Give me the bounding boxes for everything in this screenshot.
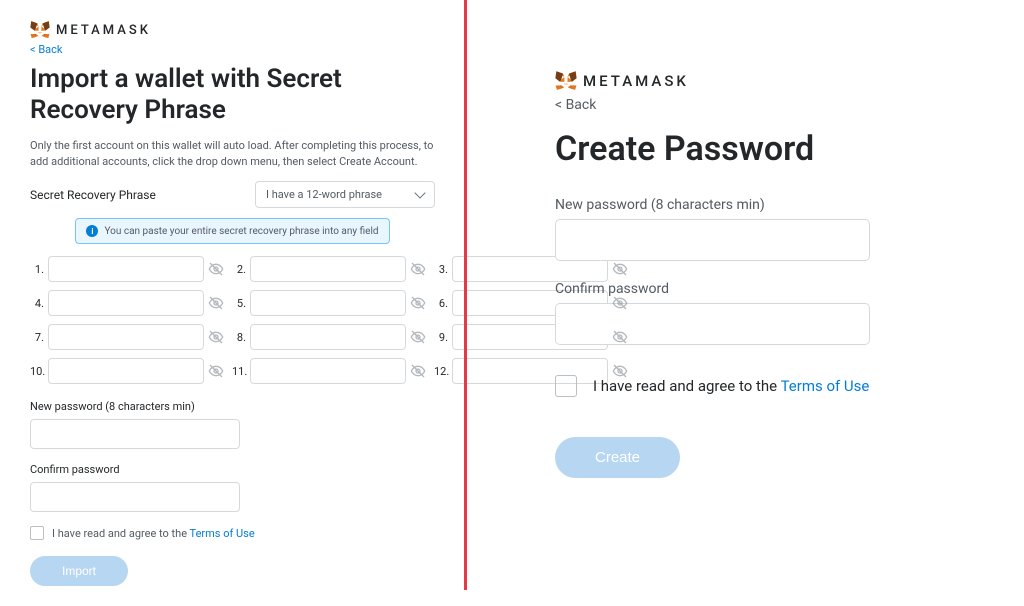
terms-of-use-link[interactable]: Terms of Use (781, 377, 870, 395)
word-input-8[interactable] (250, 324, 406, 350)
create-button[interactable]: Create (555, 437, 680, 478)
terms-text: I have read and agree to the Terms of Us… (52, 527, 255, 540)
eye-off-icon[interactable] (208, 295, 224, 311)
phrase-length-select[interactable]: I have a 12-word phrase (255, 181, 435, 208)
eye-off-icon[interactable] (612, 363, 628, 379)
new-password-label: New password (8 characters min) (555, 197, 895, 213)
eye-off-icon[interactable] (612, 295, 628, 311)
create-password-panel: METAMASK < Back Create Password New pass… (525, 0, 925, 606)
word-input-4[interactable] (48, 290, 204, 316)
word-cell: 4. (30, 290, 224, 316)
new-password-input[interactable] (30, 419, 240, 449)
new-password-input[interactable] (555, 219, 870, 261)
eye-off-icon[interactable] (410, 295, 426, 311)
terms-row: I have read and agree to the Terms of Us… (555, 375, 895, 397)
subtitle-text: Only the first account on this wallet wi… (30, 138, 435, 169)
word-input-5[interactable] (250, 290, 406, 316)
info-text: You can paste your entire secret recover… (104, 226, 378, 237)
eye-off-icon[interactable] (208, 329, 224, 345)
word-cell: 5. (232, 290, 426, 316)
confirm-password-input[interactable] (555, 303, 870, 345)
eye-off-icon[interactable] (410, 363, 426, 379)
word-cell: 10. (30, 358, 224, 384)
word-input-7[interactable] (48, 324, 204, 350)
word-number: 2. (232, 263, 246, 276)
logo-row: METAMASK (30, 20, 435, 40)
confirm-password-label: Confirm password (30, 463, 435, 476)
word-number: 12. (434, 365, 448, 378)
phrase-length-value: I have a 12-word phrase (266, 188, 382, 201)
brand-text: METAMASK (583, 72, 689, 90)
word-number: 11. (232, 365, 246, 378)
eye-off-icon[interactable] (410, 261, 426, 277)
metamask-fox-icon (30, 20, 50, 40)
word-number: 5. (232, 297, 246, 310)
eye-off-icon[interactable] (410, 329, 426, 345)
confirm-password-input[interactable] (30, 482, 240, 512)
word-cell: 7. (30, 324, 224, 350)
back-link[interactable]: < Back (555, 97, 596, 113)
terms-checkbox[interactable] (30, 526, 44, 540)
terms-checkbox[interactable] (555, 375, 577, 397)
word-number: 7. (30, 331, 44, 344)
metamask-fox-icon (555, 70, 577, 92)
terms-row: I have read and agree to the Terms of Us… (30, 526, 435, 540)
terms-of-use-link[interactable]: Terms of Use (190, 527, 255, 540)
word-cell: 11. (232, 358, 426, 384)
word-input-2[interactable] (250, 256, 406, 282)
word-input-1[interactable] (48, 256, 204, 282)
eye-off-icon[interactable] (208, 261, 224, 277)
eye-off-icon[interactable] (208, 363, 224, 379)
import-wallet-panel: METAMASK < Back Import a wallet with Sec… (0, 0, 465, 606)
word-cell: 1. (30, 256, 224, 282)
word-number: 1. (30, 263, 44, 276)
back-link[interactable]: < Back (30, 43, 63, 56)
terms-text: I have read and agree to the Terms of Us… (593, 377, 869, 395)
page-title: Create Password (555, 129, 895, 169)
word-input-10[interactable] (48, 358, 204, 384)
srp-header-row: Secret Recovery Phrase I have a 12-word … (30, 181, 435, 208)
chevron-down-icon (414, 187, 425, 198)
eye-off-icon[interactable] (612, 329, 628, 345)
page-title: Import a wallet with Secret Recovery Phr… (30, 64, 435, 126)
word-number: 10. (30, 365, 44, 378)
new-password-label: New password (8 characters min) (30, 400, 435, 413)
recovery-words-grid: 1. 2. 3. 4. 5. 6. 7. 8. 9. 10. 11. 12. (30, 256, 435, 384)
word-cell: 2. (232, 256, 426, 282)
word-number: 8. (232, 331, 246, 344)
paste-info-banner: i You can paste your entire secret recov… (75, 218, 389, 244)
eye-off-icon[interactable] (612, 261, 628, 277)
info-icon: i (86, 225, 98, 237)
word-number: 4. (30, 297, 44, 310)
import-button[interactable]: Import (30, 556, 128, 586)
srp-label: Secret Recovery Phrase (30, 188, 156, 202)
word-number: 3. (434, 263, 448, 276)
brand-text: METAMASK (56, 23, 151, 38)
logo-row: METAMASK (555, 70, 895, 92)
word-number: 9. (434, 331, 448, 344)
confirm-password-label: Confirm password (555, 281, 895, 297)
word-input-11[interactable] (250, 358, 406, 384)
word-cell: 8. (232, 324, 426, 350)
word-number: 6. (434, 297, 448, 310)
vertical-divider (464, 0, 467, 590)
